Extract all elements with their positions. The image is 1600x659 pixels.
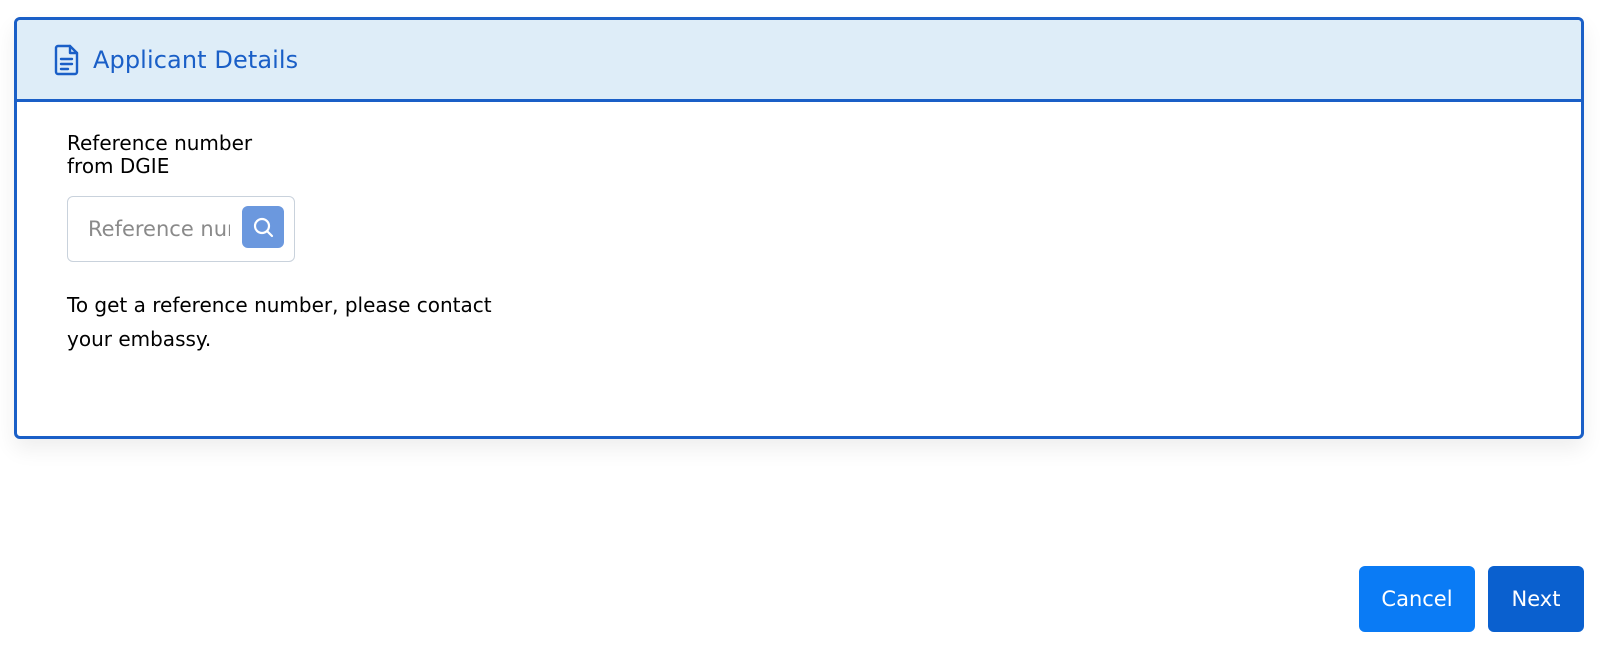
panel-title: Applicant Details: [93, 45, 299, 74]
reference-help-text: To get a reference number, please contac…: [67, 293, 492, 351]
search-icon: [252, 216, 274, 238]
panel-header: Applicant Details: [17, 20, 1581, 102]
cancel-button[interactable]: Cancel: [1359, 566, 1475, 632]
document-icon: [53, 43, 81, 77]
reference-number-input[interactable]: [88, 217, 230, 241]
next-button[interactable]: Next: [1488, 566, 1584, 632]
applicant-details-panel: Applicant Details Reference number from …: [14, 17, 1584, 439]
reference-search-group: [67, 196, 295, 262]
reference-search-button[interactable]: [242, 206, 284, 248]
reference-number-label: Reference number from DGIE: [67, 131, 253, 178]
